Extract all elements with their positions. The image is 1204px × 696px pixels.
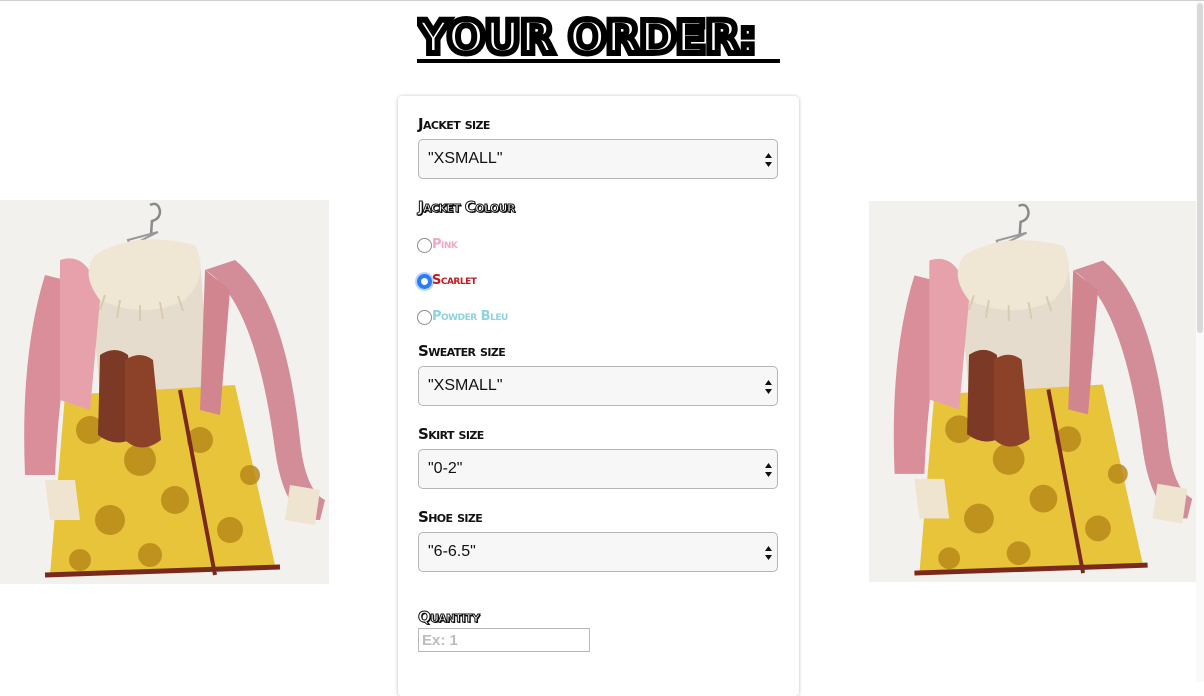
sweater-size-label: Sweater size bbox=[418, 342, 506, 360]
outfit-image-right bbox=[869, 201, 1197, 582]
quantity-input[interactable] bbox=[418, 628, 590, 652]
radio-label-powder-bleu: Powder Bleu bbox=[432, 309, 508, 324]
skirt-size-label: Skirt size bbox=[418, 425, 484, 443]
select-arrows-icon bbox=[765, 153, 772, 167]
outfit-photo-icon bbox=[869, 201, 1197, 582]
jacket-size-label: Jacket size bbox=[418, 115, 490, 133]
page-title-graphic: .t1 { font-family: "DejaVu Sans", sans-s… bbox=[417, 15, 760, 59]
page-scrollbar[interactable] bbox=[1196, 1, 1204, 682]
select-arrows-icon bbox=[765, 546, 772, 560]
page-title: .t1 { font-family: "DejaVu Sans", sans-s… bbox=[417, 15, 780, 63]
jacket-colour-label: Jacket Colour bbox=[418, 198, 516, 217]
jacket-size-value: "XSMALL" bbox=[428, 150, 503, 167]
skirt-size-value: "0-2" bbox=[428, 460, 463, 477]
skirt-size-select[interactable]: "0-2" bbox=[418, 449, 778, 489]
sweater-size-value: "XSMALL" bbox=[428, 377, 503, 394]
shoe-size-select[interactable]: "6-6.5" bbox=[418, 532, 778, 572]
order-form: Jacket size "XSMALL" Jacket Colour Pink … bbox=[398, 96, 799, 696]
svg-text:YOUR ORDER:: YOUR ORDER: bbox=[417, 15, 756, 59]
select-arrows-icon bbox=[765, 463, 772, 477]
radio-button[interactable] bbox=[417, 310, 432, 325]
radio-label-pink: Pink bbox=[432, 237, 458, 252]
radio-label-scarlet: Scarlet bbox=[432, 273, 477, 288]
scrollbar-thumb[interactable] bbox=[1197, 3, 1203, 333]
sweater-size-select[interactable]: "XSMALL" bbox=[418, 366, 778, 406]
shoe-size-label: Shoe size bbox=[418, 508, 483, 526]
jacket-size-select[interactable]: "XSMALL" bbox=[418, 139, 778, 179]
quantity-label: Quantity bbox=[417, 608, 480, 627]
radio-button[interactable] bbox=[417, 238, 432, 253]
radio-button-checked[interactable] bbox=[417, 274, 432, 289]
shoe-size-value: "6-6.5" bbox=[428, 543, 476, 560]
outfit-photo-icon bbox=[0, 200, 329, 584]
select-arrows-icon bbox=[765, 380, 772, 394]
outfit-image-left bbox=[0, 200, 329, 584]
title-underline bbox=[417, 59, 780, 63]
